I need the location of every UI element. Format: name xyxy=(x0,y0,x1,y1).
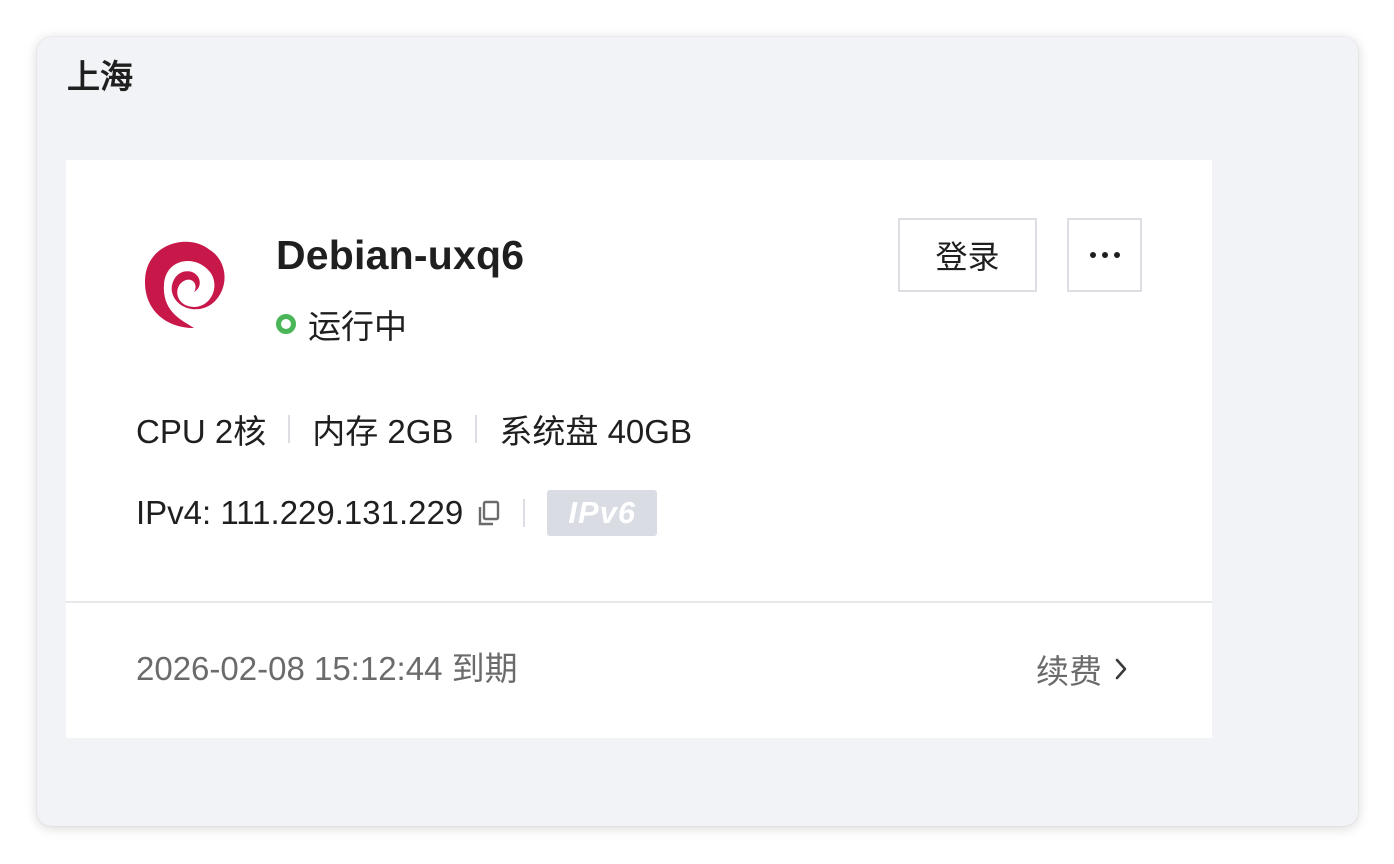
login-button[interactable]: 登录 xyxy=(898,218,1037,292)
debian-swirl xyxy=(144,241,225,328)
ellipsis-icon xyxy=(1089,252,1120,258)
region-panel: 上海 Debian-uxq6 运行中 登录 CPU 2核 内存 2GB 系统盘 … xyxy=(37,37,1358,826)
ipv6-badge: IPv6 xyxy=(547,490,658,536)
spec-cpu: CPU 2核 xyxy=(136,413,267,450)
debian-logo-icon xyxy=(136,232,236,342)
expire-time: 2026-02-08 15:12:44 到期 xyxy=(136,650,518,687)
chevron-right-icon xyxy=(1115,658,1127,680)
card-divider xyxy=(66,601,1212,603)
status-label: 运行中 xyxy=(308,308,407,345)
instance-card: Debian-uxq6 运行中 登录 CPU 2核 内存 2GB 系统盘 40G… xyxy=(66,160,1212,738)
ip-row: IPv4: 111.229.131.229 IPv6 xyxy=(136,490,658,536)
instance-specs: CPU 2核 内存 2GB 系统盘 40GB xyxy=(136,408,692,450)
spec-separator xyxy=(288,415,291,443)
ipv4-address: IPv4: 111.229.131.229 xyxy=(136,494,464,531)
ip-separator xyxy=(523,499,526,527)
region-title: 上海 xyxy=(67,58,133,95)
more-actions-button[interactable] xyxy=(1067,218,1142,292)
spec-memory: 内存 2GB xyxy=(312,413,454,450)
status-ring-icon xyxy=(276,314,296,334)
instance-name: Debian-uxq6 xyxy=(276,232,525,278)
spec-disk: 系统盘 40GB xyxy=(499,413,692,450)
copy-icon[interactable] xyxy=(475,499,501,527)
instance-status: 运行中 xyxy=(276,304,407,345)
renew-label: 续费 xyxy=(1036,653,1102,690)
spec-separator xyxy=(475,415,478,443)
renew-link[interactable]: 续费 xyxy=(1036,647,1128,691)
